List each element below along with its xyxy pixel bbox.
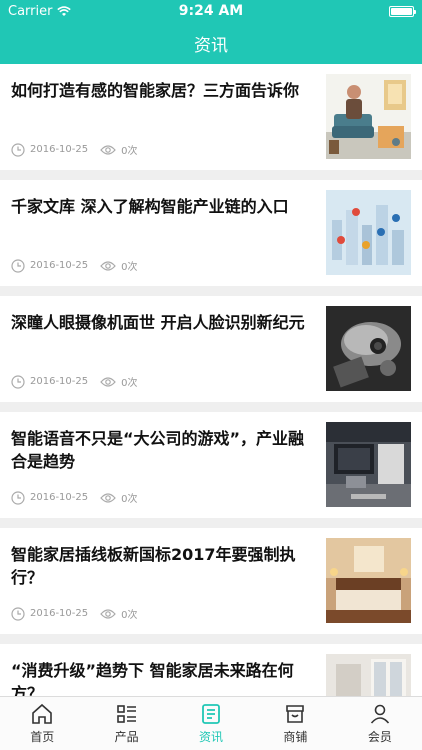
tab-label: 首页 xyxy=(30,730,55,744)
showroom-thumbnail[interactable] xyxy=(326,422,411,507)
tab-bar: 首页 产品 资讯 商铺 会员 xyxy=(0,696,422,750)
article-card[interactable]: 智能语音不只是“大公司的游戏”，产业融合是趋势 2016-10-25 0次 xyxy=(0,412,422,518)
person-icon xyxy=(370,704,389,724)
clock-icon xyxy=(11,606,25,621)
clock-icon xyxy=(11,142,25,157)
article-date: 2016-10-25 xyxy=(30,376,89,387)
page-title: 资讯 xyxy=(194,35,228,56)
article-card[interactable]: “消费升级”趋势下 智能家居未来路在何方？ xyxy=(0,644,422,696)
article-meta: 2016-10-25 0次 xyxy=(11,258,150,273)
tab-home[interactable]: 首页 xyxy=(0,697,84,750)
article-meta: 2016-10-25 0次 xyxy=(11,142,150,157)
article-meta: 2016-10-25 0次 xyxy=(11,374,150,389)
eye-icon xyxy=(100,492,116,503)
app-header: Carrier 9:24 AM 资讯 xyxy=(0,0,422,64)
living-room-illustration-thumbnail[interactable] xyxy=(326,74,411,159)
article-card[interactable]: 千家文库 深入了解构智能产业链的入口 2016-10-25 0次 xyxy=(0,180,422,286)
tab-label: 会员 xyxy=(367,730,392,744)
status-time: 9:24 AM xyxy=(178,3,244,19)
article-date: 2016-10-25 xyxy=(30,608,89,619)
news-feed[interactable]: 如何打造有感的智能家居？三方面告诉你 2016-10-25 0次 千家文库 深入… xyxy=(0,64,422,696)
news-icon xyxy=(202,704,220,724)
article-title: “消费升级”趋势下 智能家居未来路在何方？ xyxy=(11,661,294,696)
article-title: 千家文库 深入了解构智能产业链的入口 xyxy=(11,197,289,216)
article-views: 0次 xyxy=(121,610,138,621)
article-title: 深瞳人眼摄像机面世 开启人脸识别新纪元 xyxy=(11,313,305,332)
shop-icon xyxy=(286,705,305,723)
bedroom-thumbnail[interactable] xyxy=(326,538,411,623)
tab-news[interactable]: 资讯 xyxy=(169,697,253,750)
article-date: 2016-10-25 xyxy=(30,144,89,155)
tab-label: 产品 xyxy=(114,730,139,744)
clock-icon xyxy=(11,490,25,505)
carrier-label: Carrier xyxy=(8,3,53,19)
tab-label: 资讯 xyxy=(199,730,224,744)
article-views: 0次 xyxy=(121,378,138,389)
article-title: 智能家居插线板新国标2017年要强制执行？ xyxy=(11,545,296,587)
article-views: 0次 xyxy=(121,146,138,157)
article-views: 0次 xyxy=(121,262,138,273)
article-card[interactable]: 智能家居插线板新国标2017年要强制执行？ 2016-10-25 0次 xyxy=(0,528,422,634)
clock-icon xyxy=(11,374,25,389)
article-meta: 2016-10-25 0次 xyxy=(11,606,150,621)
clock-icon xyxy=(11,258,25,273)
home-icon xyxy=(32,703,53,724)
grid-list-icon xyxy=(116,705,136,723)
tab-products[interactable]: 产品 xyxy=(84,697,168,750)
interior-thumbnail[interactable] xyxy=(326,654,411,696)
smart-city-map-thumbnail[interactable] xyxy=(326,190,411,275)
eye-icon xyxy=(100,260,116,271)
article-title: 如何打造有感的智能家居？三方面告诉你 xyxy=(11,81,300,100)
article-views: 0次 xyxy=(121,494,138,505)
eye-icon xyxy=(100,608,116,619)
eye-icon xyxy=(100,144,116,155)
battery-icon xyxy=(389,5,416,17)
article-title: 智能语音不只是“大公司的游戏”，产业融合是趋势 xyxy=(11,429,305,471)
tab-member[interactable]: 会员 xyxy=(338,697,422,750)
eye-icon xyxy=(100,376,116,387)
tab-label: 商铺 xyxy=(283,730,308,744)
article-card[interactable]: 深瞳人眼摄像机面世 开启人脸识别新纪元 2016-10-25 0次 xyxy=(0,296,422,402)
article-date: 2016-10-25 xyxy=(30,492,89,503)
article-date: 2016-10-25 xyxy=(30,260,89,271)
article-meta: 2016-10-25 0次 xyxy=(11,490,150,505)
camera-robot-thumbnail[interactable] xyxy=(326,306,411,391)
status-bar: Carrier 9:24 AM xyxy=(0,0,422,22)
article-card[interactable]: 如何打造有感的智能家居？三方面告诉你 2016-10-25 0次 xyxy=(0,64,422,170)
tab-shop[interactable]: 商铺 xyxy=(253,697,337,750)
wifi-icon xyxy=(57,5,72,16)
